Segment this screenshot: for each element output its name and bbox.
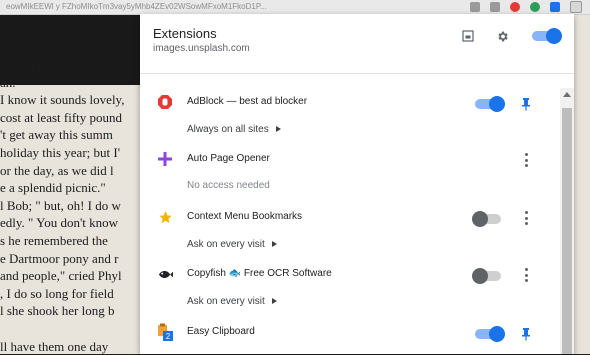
site-access-menu[interactable]: Ask on every visit (187, 239, 277, 250)
extensions-puzzle-icon[interactable] (570, 1, 582, 13)
book-line: an." (0, 74, 150, 92)
extension-enable-toggle[interactable] (475, 214, 501, 224)
gear-icon[interactable] (494, 28, 510, 44)
extension-name: Easy Clipboard (187, 326, 255, 337)
bookmark-star-icon[interactable] (490, 2, 500, 12)
book-line: holiday this year; but I' (0, 144, 150, 162)
clipboard-badge-count: 2 (166, 332, 171, 341)
extension-name: Context Menu Bookmarks (187, 211, 302, 222)
extensions-list: AdBlock — best ad blocker Always on all … (140, 74, 560, 354)
pin-icon[interactable] (521, 327, 531, 341)
book-line: I know it sounds lovely, (0, 91, 150, 109)
book-line: edly. " You don't know (0, 214, 150, 232)
puzzle-grid-icon[interactable] (460, 28, 476, 44)
site-access-menu[interactable]: Ask on every visit (187, 296, 277, 307)
scrollbar-thumb[interactable] (562, 108, 572, 354)
scroll-up-icon[interactable] (563, 92, 571, 97)
extensions-panel: Extensions images.unsplash.com AdBlock —… (140, 14, 574, 354)
site-access-label: Ask on every visit (187, 239, 265, 250)
extension-enable-toggle[interactable] (475, 99, 501, 109)
browser-toolbar: eowMIkEEWl y FZhoMIkoTm3vay5yMhb4ZEv02WS… (0, 0, 590, 15)
background-page-right-edge (572, 80, 590, 354)
more-vert-icon[interactable] (521, 211, 531, 225)
star-icon (157, 209, 173, 225)
more-vert-icon[interactable] (521, 268, 531, 282)
triangle-right-icon (272, 241, 277, 247)
book-line: 't get away this summ (0, 126, 150, 144)
page-icon[interactable] (470, 2, 480, 12)
panel-title: Extensions (153, 26, 217, 41)
panel-header: Extensions images.unsplash.com (140, 14, 574, 74)
copyfish-icon (157, 266, 173, 282)
book-line: ll have them one day (0, 338, 150, 355)
book-line: e a splendid picnic." (0, 179, 150, 197)
clipboard-badge-icon[interactable] (550, 2, 560, 12)
purple-plus-icon (157, 151, 173, 167)
extension-enable-toggle[interactable] (475, 271, 501, 281)
adblock-toolbar-icon[interactable] (510, 2, 520, 12)
site-access-menu[interactable]: Always on all sites (187, 124, 281, 135)
book-line: or the day, as we did l (0, 162, 150, 180)
site-access-label: Ask on every visit (187, 296, 265, 307)
clipboard-icon: 2 (157, 324, 173, 340)
book-text: e any railway farean."I know it sounds l… (0, 56, 150, 355)
toolbar-icons (470, 1, 582, 13)
adblock-stop-icon (157, 94, 173, 110)
site-access-toggle[interactable] (532, 31, 558, 41)
book-line: l Bob; " but, oh! I do w (0, 197, 150, 215)
book-line: e any railway fare (0, 56, 150, 74)
book-line: s he remembered the (0, 232, 150, 250)
site-hostname: images.unsplash.com (153, 43, 250, 54)
site-access-label: Always on all sites (187, 124, 269, 135)
extension-name: AdBlock — best ad blocker (187, 96, 307, 107)
triangle-right-icon (272, 298, 277, 304)
extension-name: Auto Page Opener (187, 153, 270, 164)
more-vert-icon[interactable] (521, 153, 531, 167)
extension-name: Copyfish 🐟 Free OCR Software (187, 268, 332, 279)
book-line (0, 320, 150, 338)
pin-icon[interactable] (521, 97, 531, 111)
extension-enable-toggle[interactable] (475, 329, 501, 339)
book-line: e Dartmoor pony and r (0, 250, 150, 268)
book-line: and people," cried Phyl (0, 267, 150, 285)
address-bar-text[interactable]: eowMIkEEWl y FZhoMIkoTm3vay5yMhb4ZEv02WS… (6, 1, 376, 13)
book-line: , I do so long for field (0, 285, 150, 303)
book-line: cost at least fifty pound (0, 109, 150, 127)
book-line: l she shook her long b (0, 302, 150, 320)
panel-scrollbar[interactable] (560, 88, 574, 354)
extension-green-icon[interactable] (530, 2, 540, 12)
site-access-label: No access needed (187, 180, 270, 191)
triangle-right-icon (276, 126, 281, 132)
